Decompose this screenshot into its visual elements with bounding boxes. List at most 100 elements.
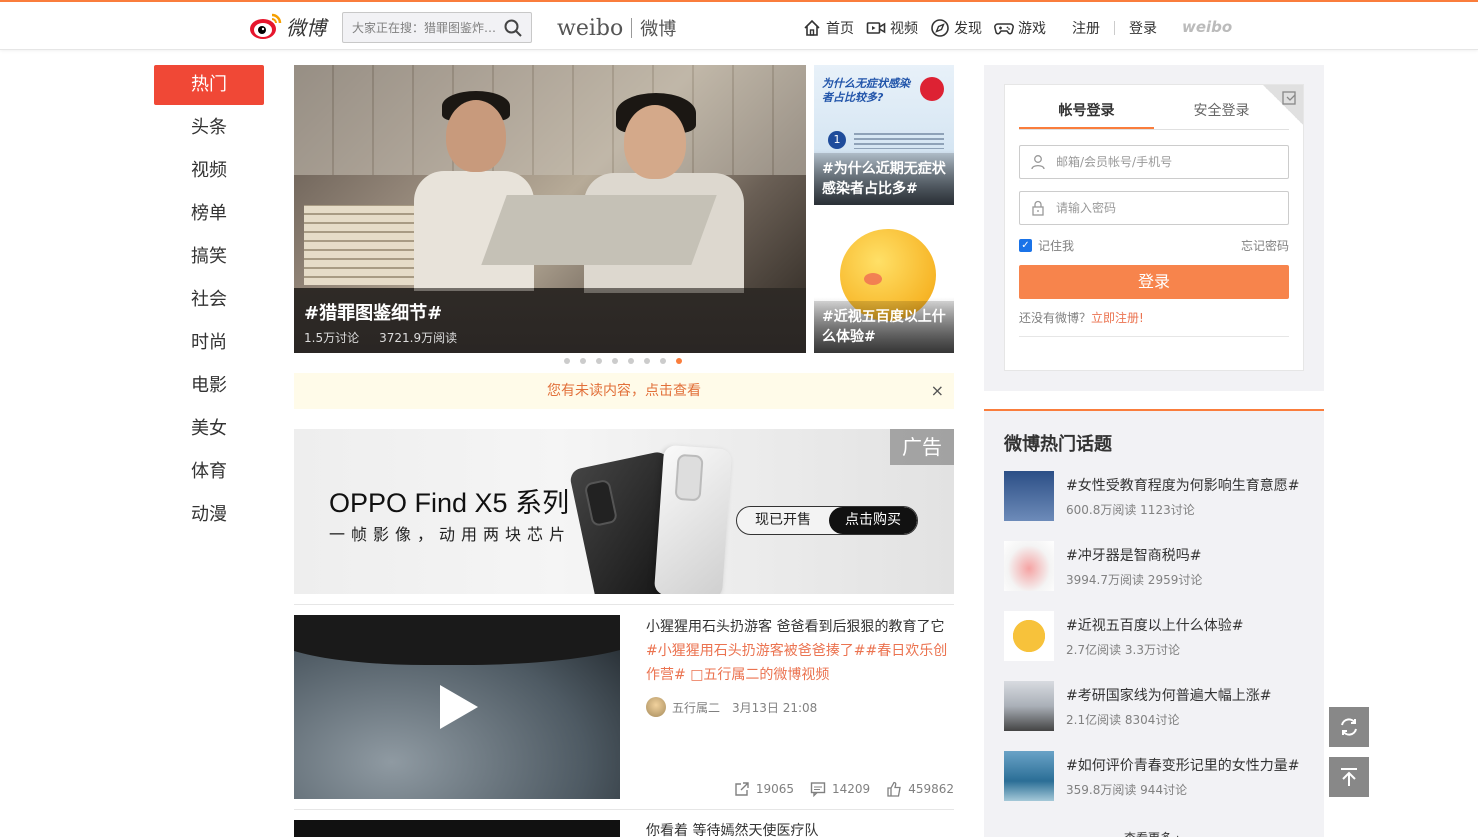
feed-item-text[interactable]: 小猩猩用石头扔游客 爸爸看到后狠狠的教育了它 #小猩猩用石头扔游客被爸爸揍了##… bbox=[646, 615, 954, 687]
checkbox-checked-icon[interactable]: ✓ bbox=[1019, 239, 1032, 252]
avatar[interactable] bbox=[646, 697, 666, 717]
comment-icon bbox=[810, 782, 826, 797]
feed-item-2-text[interactable]: 你看着 等待嫣然天使医疗队 bbox=[646, 820, 818, 837]
category-beauty[interactable]: 美女 bbox=[154, 409, 264, 452]
side-card-1-headline: 为什么无症状感染者占比较多? bbox=[822, 77, 910, 104]
feed-video-thumbnail-2[interactable] bbox=[294, 820, 620, 837]
auth-links: 注册 登录 bbox=[1072, 16, 1157, 40]
back-to-top-button[interactable] bbox=[1329, 757, 1369, 797]
carousel-dot[interactable] bbox=[676, 358, 682, 364]
category-headlines[interactable]: 头条 bbox=[154, 108, 264, 151]
password-input[interactable] bbox=[1056, 192, 1282, 224]
category-society[interactable]: 社会 bbox=[154, 280, 264, 323]
hot-topic-thumbnail bbox=[1004, 681, 1054, 731]
feed-item-body: 小猩猩用石头扔游客 爸爸看到后狠狠的教育了它 bbox=[646, 619, 945, 635]
ad-title: OPPO Find X5 系列 bbox=[329, 488, 570, 518]
hot-topic-title[interactable]: #近视五百度以上什么体验# bbox=[1066, 615, 1243, 635]
hot-topic-stats: 2.1亿阅读 8304讨论 bbox=[1066, 713, 1180, 727]
category-video[interactable]: 视频 bbox=[154, 151, 264, 194]
hot-topic-stats: 359.8万阅读 944讨论 bbox=[1066, 783, 1188, 797]
login-link[interactable]: 登录 bbox=[1129, 18, 1157, 38]
register-link[interactable]: 注册 bbox=[1072, 18, 1100, 38]
tab-secure-login[interactable]: 安全登录 bbox=[1154, 99, 1289, 129]
no-account-text: 还没有微博？ bbox=[1019, 311, 1092, 325]
book-stack bbox=[304, 205, 414, 285]
category-anime[interactable]: 动漫 bbox=[154, 495, 264, 538]
hot-topic-item[interactable]: #冲牙器是智商税吗# 3994.7万阅读 2959讨论 bbox=[1004, 541, 1304, 591]
nav-games[interactable]: 游戏 bbox=[994, 18, 1046, 38]
feed-author[interactable]: 五行属二 bbox=[672, 699, 720, 716]
hot-topic-title[interactable]: #冲牙器是智商税吗# bbox=[1066, 545, 1201, 565]
carousel-dot[interactable] bbox=[596, 358, 602, 364]
repost-button[interactable]: 19065 bbox=[734, 781, 794, 797]
camera-module bbox=[583, 478, 619, 528]
category-sports[interactable]: 体育 bbox=[154, 452, 264, 495]
person-right-face bbox=[624, 105, 686, 179]
remember-me[interactable]: ✓ 记住我 bbox=[1019, 237, 1074, 254]
category-nav: 热门 头条 视频 榜单 搞笑 社会 时尚 电影 美女 体育 动漫 bbox=[154, 65, 264, 538]
category-movies[interactable]: 电影 bbox=[154, 366, 264, 409]
hot-topic-item[interactable]: #女性受教育程度为何影响生育意愿# 600.8万阅读 1123讨论 bbox=[1004, 471, 1304, 521]
feed-item-video-link[interactable]: □五行属二的微博视频 bbox=[690, 667, 829, 683]
register-prompt: 还没有微博？立即注册! bbox=[1019, 309, 1289, 337]
category-fashion[interactable]: 时尚 bbox=[154, 323, 264, 366]
nav-home[interactable]: 首页 bbox=[802, 18, 854, 38]
logo-text: 微博 bbox=[286, 15, 326, 40]
category-rankings[interactable]: 榜单 bbox=[154, 194, 264, 237]
share-icon bbox=[735, 782, 749, 796]
ad-buy-button[interactable]: 点击购买 bbox=[829, 507, 917, 534]
category-funny[interactable]: 搞笑 bbox=[154, 237, 264, 280]
brand-divider bbox=[631, 18, 633, 38]
username-field bbox=[1019, 145, 1289, 179]
side-card-2-caption: #近视五百度以上什么体验# bbox=[814, 301, 954, 353]
rock-overhang bbox=[294, 615, 620, 665]
carousel-dot[interactable] bbox=[580, 358, 586, 364]
hot-topic-title[interactable]: #如何评价青春变形记里的女性力量# bbox=[1066, 755, 1299, 775]
carousel-dot[interactable] bbox=[628, 358, 634, 364]
refresh-button[interactable] bbox=[1329, 707, 1369, 747]
carousel-main-title: #猎罪图鉴细节# bbox=[304, 303, 443, 324]
unread-notice[interactable]: 您有未读内容，点击查看 × bbox=[294, 373, 954, 409]
carousel-dot[interactable] bbox=[660, 358, 666, 364]
weibo-logo[interactable]: 微博 bbox=[248, 10, 330, 42]
carousel-side-card-1[interactable]: 为什么无症状感染者占比较多? 1 #为什么近期无症状感染者占比多# bbox=[814, 65, 954, 205]
search-box bbox=[342, 12, 532, 43]
search-input[interactable] bbox=[343, 13, 499, 42]
play-icon[interactable] bbox=[440, 685, 478, 729]
compass-icon bbox=[931, 19, 949, 37]
close-icon[interactable]: × bbox=[931, 373, 944, 409]
forgot-password-link[interactable]: 忘记密码 bbox=[1241, 237, 1289, 254]
hot-topic-item[interactable]: #考研国家线为何普遍大幅上涨# 2.1亿阅读 8304讨论 bbox=[1004, 681, 1304, 731]
comment-button[interactable]: 14209 bbox=[810, 781, 870, 797]
ad-banner[interactable]: OPPO Find X5 系列 一帧影像，动用两块芯片 现已开售 点击购买 广告 bbox=[294, 429, 954, 594]
carousel-main-slide[interactable]: #猎罪图鉴细节# 1.5万讨论 3721.9万阅读 bbox=[294, 65, 806, 353]
search-icon[interactable] bbox=[504, 19, 522, 37]
carousel-main-image bbox=[294, 65, 806, 293]
see-more-link[interactable]: 查看更多 › bbox=[1124, 829, 1181, 837]
hot-topic-thumbnail bbox=[1004, 751, 1054, 801]
hot-topic-item[interactable]: #如何评价青春变形记里的女性力量# 359.8万阅读 944讨论 bbox=[1004, 751, 1304, 801]
carousel-side-card-2[interactable]: #近视五百度以上什么体验# bbox=[814, 213, 954, 353]
ad-cta[interactable]: 现已开售 点击购买 bbox=[736, 506, 918, 535]
tab-account-login[interactable]: 帐号登录 bbox=[1019, 99, 1154, 129]
nav-home-label: 首页 bbox=[826, 21, 854, 37]
hot-topic-title[interactable]: #考研国家线为何普遍大幅上涨# bbox=[1066, 685, 1271, 705]
carousel-dot[interactable] bbox=[644, 358, 650, 364]
carousel-dot[interactable] bbox=[612, 358, 618, 364]
login-button[interactable]: 登录 bbox=[1019, 265, 1289, 299]
refresh-icon bbox=[1341, 718, 1357, 736]
nav-discover[interactable]: 发现 bbox=[930, 18, 982, 38]
feed-video-thumbnail[interactable] bbox=[294, 615, 620, 799]
category-hot[interactable]: 热门 bbox=[154, 65, 264, 105]
nav-video[interactable]: 视频 bbox=[866, 18, 918, 38]
hot-topic-title[interactable]: #女性受教育程度为何影响生育意愿# bbox=[1066, 475, 1299, 495]
register-now-link[interactable]: 立即注册! bbox=[1091, 311, 1144, 325]
virus-icon bbox=[920, 77, 944, 101]
hot-topic-item[interactable]: #近视五百度以上什么体验# 2.7亿阅读 3.3万讨论 bbox=[1004, 611, 1304, 661]
like-button[interactable]: 459862 bbox=[886, 781, 954, 797]
side-card-1-caption: #为什么近期无症状感染者占比多# bbox=[814, 153, 954, 205]
hot-topic-stats: 600.8万阅读 1123讨论 bbox=[1066, 503, 1195, 517]
emoji-cheek bbox=[864, 273, 882, 285]
carousel-dot[interactable] bbox=[564, 358, 570, 364]
username-input[interactable] bbox=[1056, 146, 1282, 178]
